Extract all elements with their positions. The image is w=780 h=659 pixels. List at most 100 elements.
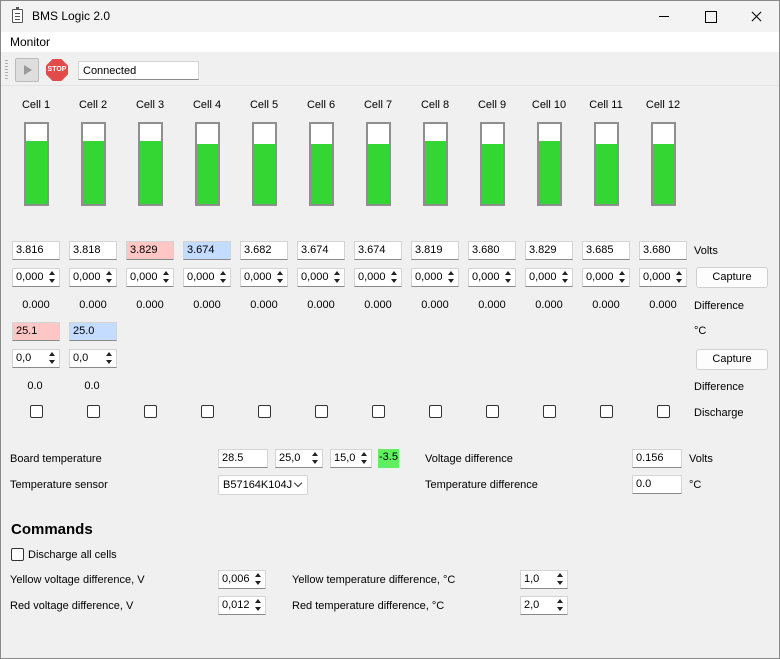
minimize-button[interactable] — [641, 1, 687, 32]
red-temp-spin[interactable]: 2,0 — [520, 596, 568, 615]
cell-discharge-checkbox[interactable] — [144, 405, 157, 418]
cell-discharge-checkbox[interactable] — [486, 405, 499, 418]
cell-voltage-field: 3.682 — [240, 241, 288, 260]
title-bar: BMS Logic 2.0 — [1, 1, 779, 32]
cell-label: Cell 7 — [363, 99, 393, 111]
cell-label: Cell 8 — [420, 99, 450, 111]
temperature-offset-spin[interactable]: 0,0 — [12, 349, 60, 368]
cell-discharge-checkbox[interactable] — [372, 405, 385, 418]
spin-arrows-icon[interactable] — [161, 270, 172, 285]
cell-voltage-field: 3.685 — [582, 241, 630, 260]
spin-arrows-icon[interactable] — [275, 270, 286, 285]
close-button[interactable] — [733, 1, 779, 32]
menu-monitor[interactable]: Monitor — [10, 35, 50, 49]
celsius-row-label: °C — [694, 325, 707, 337]
cell-offset-spin[interactable]: 0,000 — [468, 268, 516, 287]
cell-level-fill — [311, 144, 332, 204]
clipboard-icon — [12, 7, 23, 23]
red-voltage-label: Red voltage difference, V — [10, 600, 134, 612]
yellow-voltage-label: Yellow voltage difference, V — [10, 574, 145, 586]
cell-level-fill — [254, 144, 275, 204]
yellow-temp-spin[interactable]: 1,0 — [520, 570, 568, 589]
yellow-voltage-spin[interactable]: 0,006 — [218, 570, 266, 589]
cell-level-fill — [26, 140, 47, 204]
capture-temperature-button[interactable]: Capture — [696, 349, 768, 370]
cell-offset-spin[interactable]: 0,000 — [582, 268, 630, 287]
spin-arrows-icon[interactable] — [47, 270, 58, 285]
board-temp-spin-2[interactable]: 15,0 — [330, 449, 372, 468]
cell-voltage-field: 3.674 — [183, 241, 231, 260]
board-temp-spin-1[interactable]: 25,0 — [275, 449, 323, 468]
cell-difference-value: 0.000 — [79, 299, 107, 311]
spin-arrows-icon[interactable] — [555, 572, 566, 587]
cell-offset-spin[interactable]: 0,000 — [240, 268, 288, 287]
cell-offset-spin[interactable]: 0,000 — [12, 268, 60, 287]
stop-button[interactable]: STOP — [45, 58, 69, 82]
volts-row-label: Volts — [694, 245, 718, 257]
cell-offset-spin[interactable]: 0,000 — [525, 268, 573, 287]
cell-offset-spin[interactable]: 0,000 — [126, 268, 174, 287]
cell-level-fill — [140, 140, 161, 204]
cell-difference-value: 0.000 — [478, 299, 506, 311]
temperature-sensor-select[interactable]: B57164K104J — [218, 475, 308, 495]
maximize-button[interactable] — [687, 1, 733, 32]
cell-level-bar — [366, 122, 391, 206]
cell-level-bar — [309, 122, 334, 206]
spin-arrows-icon[interactable] — [104, 270, 115, 285]
cell-discharge-checkbox[interactable] — [543, 405, 556, 418]
cell-discharge-checkbox[interactable] — [315, 405, 328, 418]
temperature-field: 25.1 — [12, 322, 60, 341]
cell-level-fill — [425, 140, 446, 204]
spin-arrows-icon[interactable] — [446, 270, 457, 285]
spin-arrows-icon[interactable] — [104, 351, 115, 366]
cell-discharge-checkbox[interactable] — [258, 405, 271, 418]
voltage-difference-label: Voltage difference — [425, 453, 513, 465]
cell-discharge-checkbox[interactable] — [30, 405, 43, 418]
cell-discharge-checkbox[interactable] — [87, 405, 100, 418]
menu-bar: Monitor — [1, 32, 779, 52]
spin-arrows-icon[interactable] — [617, 270, 628, 285]
cell-discharge-checkbox[interactable] — [429, 405, 442, 418]
voltage-difference-field: 0.156 — [632, 449, 682, 468]
cell-label: Cell 11 — [589, 99, 623, 111]
spin-arrows-icon[interactable] — [555, 598, 566, 613]
toolbar: STOP Connected — [1, 54, 779, 86]
spin-arrows-icon[interactable] — [253, 572, 264, 587]
spin-arrows-icon[interactable] — [389, 270, 400, 285]
toolbar-grip[interactable] — [5, 60, 8, 80]
cell-difference-value: 0.000 — [193, 299, 221, 311]
discharge-all-checkbox[interactable] — [11, 548, 24, 561]
cell-level-bar — [423, 122, 448, 206]
cell-label: Cell 3 — [135, 99, 165, 111]
play-button[interactable] — [15, 58, 39, 82]
cell-label: Cell 1 — [21, 99, 51, 111]
cell-discharge-checkbox[interactable] — [201, 405, 214, 418]
spin-arrows-icon[interactable] — [253, 598, 264, 613]
spin-arrows-icon[interactable] — [310, 451, 321, 466]
spin-arrows-icon[interactable] — [332, 270, 343, 285]
cell-discharge-checkbox[interactable] — [657, 405, 670, 418]
spin-arrows-icon[interactable] — [359, 451, 370, 466]
temperature-offset-spin[interactable]: 0,0 — [69, 349, 117, 368]
yellow-temp-label: Yellow temperature difference, °C — [292, 574, 456, 586]
spin-arrows-icon[interactable] — [47, 351, 58, 366]
cell-discharge-checkbox[interactable] — [600, 405, 613, 418]
spin-arrows-icon[interactable] — [674, 270, 685, 285]
cell-offset-spin[interactable]: 0,000 — [297, 268, 345, 287]
spin-arrows-icon[interactable] — [218, 270, 229, 285]
cell-level-fill — [482, 144, 503, 204]
spin-arrows-icon[interactable] — [503, 270, 514, 285]
spin-arrows-icon[interactable] — [560, 270, 571, 285]
temp-difference-row-label: Difference — [694, 381, 744, 393]
cell-offset-spin[interactable]: 0,000 — [183, 268, 231, 287]
red-voltage-spin[interactable]: 0,012 — [218, 596, 266, 615]
app-window: BMS Logic 2.0 Monitor STOP Connected Cel… — [0, 0, 780, 659]
cell-offset-spin[interactable]: 0,000 — [411, 268, 459, 287]
cell-offset-spin[interactable]: 0,000 — [639, 268, 687, 287]
capture-voltage-button[interactable]: Capture — [696, 267, 768, 288]
cell-offset-spin[interactable]: 0,000 — [69, 268, 117, 287]
discharge-row-label: Discharge — [694, 407, 744, 419]
voltage-difference-unit: Volts — [689, 453, 713, 465]
cell-offset-spin[interactable]: 0,000 — [354, 268, 402, 287]
cell-voltage-field: 3.674 — [354, 241, 402, 260]
